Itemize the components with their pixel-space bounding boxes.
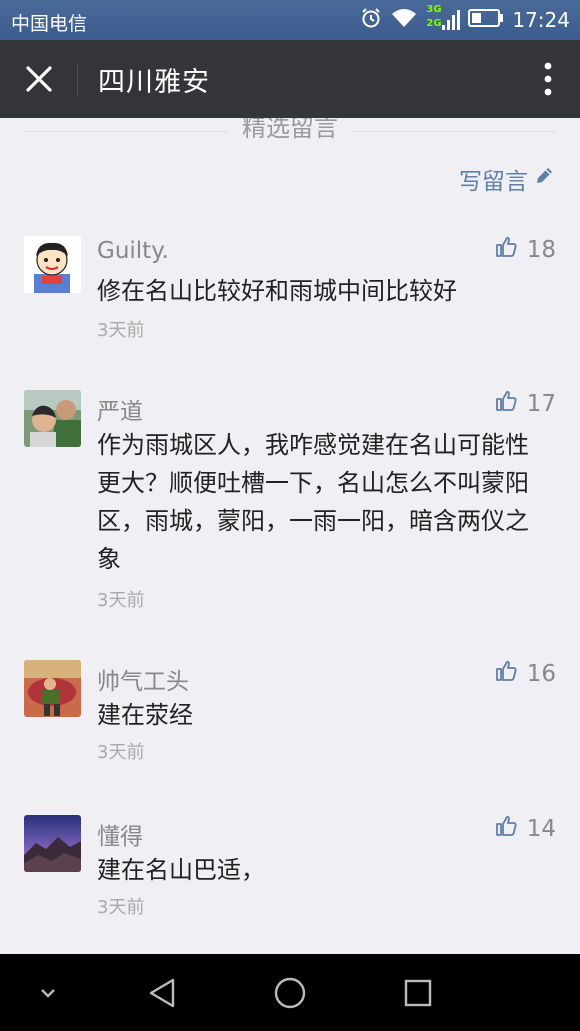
chevron-down-icon[interactable] [28, 954, 68, 1031]
write-comment-link[interactable]: 写留言 [459, 162, 554, 196]
comment-text: 建在名山巴适， [97, 856, 265, 884]
avatar[interactable] [24, 390, 81, 447]
status-icons: 3G 2G 17:24 [360, 4, 570, 34]
comment-text: 作为雨城区人，我咋感觉建在名山可能性更大？顺便吐槽一下，名山怎么不叫蒙阳区，雨城… [97, 431, 529, 573]
close-icon[interactable] [22, 62, 56, 96]
like-button[interactable]: 18 [495, 236, 556, 264]
write-comment-label: 写留言 [459, 169, 528, 195]
avatar[interactable] [24, 236, 81, 293]
comment-text: 修在名山比较好和雨城中间比较好 [97, 277, 457, 305]
status-bar: 中国电信 3G 2G 17:24 [0, 0, 580, 40]
comment-time: 3天前 [97, 320, 145, 341]
commenter-name: Guilty. [97, 238, 169, 264]
comments-section: 精选留言 写留言 Guilty. 18 修在名山比较好和雨城中间比较好 3天前 … [0, 118, 580, 954]
like-count: 18 [526, 237, 556, 263]
home-circle-icon[interactable] [268, 954, 312, 1031]
comment-time: 3天前 [97, 897, 145, 918]
signal-icon: 3G 2G [426, 4, 461, 33]
avatar[interactable] [24, 660, 81, 717]
title-separator [77, 62, 78, 96]
like-count: 17 [526, 391, 556, 417]
section-title: 精选留言 [242, 118, 338, 142]
like-button[interactable]: 14 [495, 815, 556, 843]
like-count: 14 [526, 816, 556, 842]
thumbs-up-icon [495, 660, 517, 688]
comment-time: 3天前 [97, 742, 145, 763]
commenter-name: 懂得 [97, 824, 143, 850]
comment-item: Guilty. 18 修在名山比较好和雨城中间比较好 3天前 [0, 236, 580, 346]
thumbs-up-icon [495, 390, 517, 418]
comment-time: 3天前 [97, 590, 145, 611]
title-bar: 四川雅安 [0, 40, 580, 118]
page-title: 四川雅安 [98, 67, 210, 98]
more-vertical-icon[interactable] [544, 62, 552, 96]
alarm-icon [360, 7, 382, 34]
thumbs-up-icon [495, 815, 517, 843]
commenter-name: 严道 [97, 399, 143, 425]
commenter-name: 帅气工头 [97, 669, 189, 695]
thumbs-up-icon [495, 236, 517, 264]
like-count: 16 [526, 661, 556, 687]
battery-icon [468, 8, 504, 33]
like-button[interactable]: 17 [495, 390, 556, 418]
avatar[interactable] [24, 815, 81, 872]
like-button[interactable]: 16 [495, 660, 556, 688]
clock: 17:24 [512, 8, 570, 32]
pencil-icon [534, 166, 554, 192]
carrier-label: 中国电信 [11, 13, 88, 35]
network-3g-label: 3G [426, 4, 442, 15]
system-nav-bar [0, 954, 580, 1031]
comment-item: 帅气工头 16 建在荥经 3天前 [0, 660, 580, 770]
back-triangle-icon[interactable] [140, 954, 184, 1031]
wifi-icon [390, 7, 418, 34]
recents-square-icon[interactable] [396, 954, 440, 1031]
comment-item: 严道 17 作为雨城区人，我咋感觉建在名山可能性更大？顺便吐槽一下，名山怎么不叫… [0, 390, 580, 611]
comment-text: 建在荥经 [97, 701, 193, 729]
comment-item: 懂得 14 建在名山巴适， 3天前 [0, 815, 580, 925]
network-2g-label: 2G [426, 18, 442, 29]
